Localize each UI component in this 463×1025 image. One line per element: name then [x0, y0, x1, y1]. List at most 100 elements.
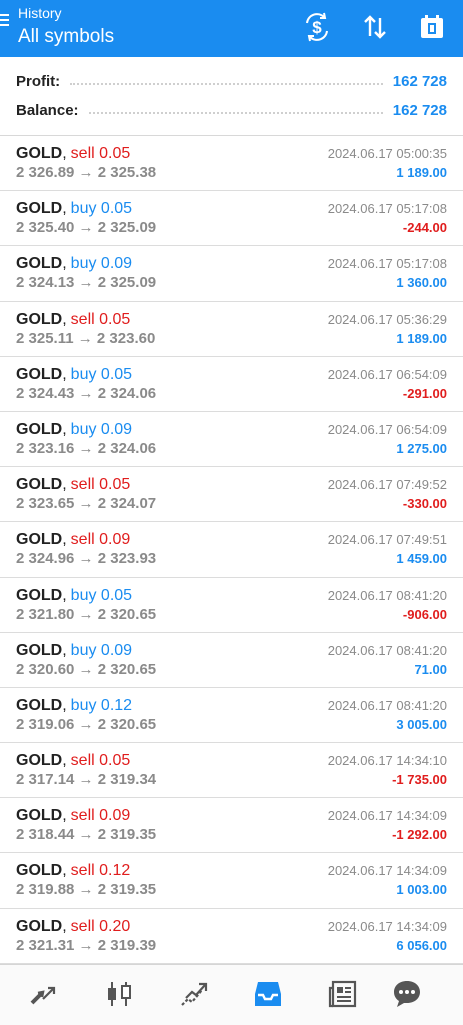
trade-icon — [181, 982, 208, 1006]
close-price: 2 325.09 — [97, 219, 157, 237]
trade-symbol: GOLD — [16, 696, 63, 714]
trade-header: GOLD, sell 0.12 — [16, 861, 130, 881]
trade-type: sell — [70, 145, 95, 162]
trade-time: 2024.06.17 14:34:09 — [327, 918, 447, 934]
balance-label: Balance: — [16, 101, 79, 119]
trade-prices: 2 321.80 → 2 320.65 — [16, 606, 156, 624]
trade-type: sell — [70, 476, 95, 494]
nav-messages[interactable] — [390, 977, 424, 1011]
nav-quotes[interactable] — [26, 977, 60, 1011]
separator: , — [62, 752, 67, 770]
arrow-right-icon: → — [74, 771, 98, 789]
trade-profit: -906.00 — [402, 606, 447, 622]
open-price: 2 318.44 — [16, 826, 75, 844]
nav-news[interactable] — [326, 977, 360, 1011]
trade-row[interactable]: GOLD, sell 0.05 2 317.14 → 2 319.34 2024.06… — [0, 743, 463, 799]
sort-button[interactable] — [358, 10, 392, 44]
trade-volume: 0.20 — [99, 917, 131, 935]
close-price: 2 324.06 — [97, 384, 157, 402]
trade-row[interactable]: GOLD, sell 0.05 2 326.89 → 2 325.38 2024.06… — [0, 136, 463, 192]
close-price: 2 324.06 — [97, 439, 157, 457]
open-price: 2 319.88 — [16, 881, 75, 899]
trade-row[interactable]: GOLD, buy 0.05 2 324.43 → 2 324.06 2024.06.… — [0, 357, 463, 412]
trade-header: GOLD, buy 0.09 — [16, 254, 132, 274]
trade-profit: 1 189.00 — [396, 165, 447, 180]
trade-profit: 3 005.00 — [396, 716, 447, 732]
trade-prices: 2 324.13 → 2 325.09 — [16, 274, 156, 292]
trade-prices: 2 318.44 → 2 319.35 — [16, 826, 156, 844]
trade-time: 2024.06.17 08:41:20 — [327, 697, 447, 713]
history-inbox-icon — [255, 982, 281, 1006]
open-price: 2 321.31 — [16, 936, 75, 954]
arrow-right-icon: → — [74, 660, 98, 678]
trade-profit: 71.00 — [414, 661, 447, 677]
trade-symbol: GOLD — [16, 531, 63, 549]
arrow-right-icon: → — [73, 329, 97, 347]
quotes-icon — [30, 986, 56, 1005]
trade-header: GOLD, buy 0.05 — [16, 586, 132, 606]
trade-prices: 2 323.65 → 2 324.07 — [16, 495, 156, 513]
trade-type: sell — [70, 310, 95, 328]
open-price: 2 326.89 — [16, 164, 75, 181]
open-price: 2 325.11 — [16, 329, 74, 347]
trade-row[interactable]: GOLD, sell 0.09 2 318.44 → 2 319.35 2024.06… — [0, 798, 463, 854]
trade-header: GOLD, sell 0.09 — [16, 530, 130, 550]
trade-row[interactable]: GOLD, sell 0.09 2 324.96 → 2 323.93 2024.06… — [0, 522, 463, 578]
svg-text:$: $ — [312, 18, 322, 37]
trade-row[interactable]: GOLD, buy 0.09 2 320.60 → 2 320.65 2024.06.… — [0, 633, 463, 688]
open-price: 2 317.14 — [16, 771, 75, 789]
close-price: 2 319.35 — [97, 881, 157, 899]
trade-row[interactable]: GOLD, sell 0.20 2 321.31 → 2 319.39 2024.06… — [0, 909, 463, 964]
trade-header: GOLD, sell 0.20 — [16, 917, 130, 937]
trade-volume: 0.09 — [100, 255, 133, 273]
trade-profit: 1 003.00 — [396, 882, 447, 898]
arrow-right-icon: → — [74, 715, 98, 733]
trade-type: sell — [70, 917, 95, 935]
trade-row[interactable]: GOLD, buy 0.09 2 323.16 → 2 324.06 2024.06.… — [0, 412, 463, 468]
profit-value: 162 728 — [392, 72, 447, 90]
header-title[interactable]: All symbols — [18, 26, 114, 48]
trade-time: 2024.06.17 14:34:09 — [327, 808, 447, 824]
separator: , — [62, 365, 67, 383]
trade-row[interactable]: GOLD, buy 0.05 2 321.80 → 2 320.65 2024.06.… — [0, 578, 463, 633]
trade-row[interactable]: GOLD, sell 0.05 2 325.11 → 2 323.60 2024.06… — [0, 302, 463, 357]
nav-trade[interactable] — [177, 977, 211, 1011]
trade-symbol: GOLD — [16, 752, 63, 770]
open-price: 2 323.65 — [16, 495, 75, 513]
trade-header: GOLD, buy 0.09 — [16, 420, 132, 440]
trade-type: buy — [70, 641, 97, 659]
separator: , — [62, 310, 67, 328]
trade-row[interactable]: GOLD, sell 0.05 2 323.65 → 2 324.07 2024.06… — [0, 467, 463, 523]
trade-volume: 0.05 — [100, 365, 133, 383]
close-price: 2 325.09 — [97, 274, 157, 292]
trade-header: GOLD, buy 0.12 — [16, 696, 132, 716]
symbol-filter-button[interactable]: $ — [300, 10, 334, 44]
arrow-right-icon: → — [74, 826, 98, 844]
close-price: 2 323.60 — [96, 329, 156, 347]
nav-history[interactable] — [251, 977, 285, 1011]
trade-prices: 2 324.96 → 2 323.93 — [16, 550, 156, 568]
separator: , — [62, 641, 67, 659]
trade-row[interactable]: GOLD, buy 0.09 2 324.13 → 2 325.09 2024.06.… — [0, 246, 463, 302]
trade-prices: 2 325.40 → 2 325.09 — [16, 219, 156, 237]
trade-time: 2024.06.17 05:17:08 — [327, 201, 447, 217]
trade-time: 2024.06.17 08:41:20 — [327, 642, 447, 658]
menu-icon[interactable] — [0, 14, 10, 30]
trade-type: buy — [70, 420, 97, 438]
separator: , — [62, 145, 67, 162]
trade-row[interactable]: GOLD, buy 0.05 2 325.40 → 2 325.09 2024.06.… — [0, 191, 463, 247]
trade-prices: 2 326.89 → 2 325.38 — [16, 164, 156, 182]
trade-row[interactable]: GOLD, sell 0.12 2 319.88 → 2 319.35 2024.06… — [0, 853, 463, 909]
trade-volume: 0.05 — [99, 752, 131, 770]
open-price: 2 319.06 — [16, 715, 75, 733]
trade-volume: 0.09 — [100, 420, 133, 438]
nav-chart[interactable] — [102, 977, 136, 1011]
trade-header: GOLD, sell 0.05 — [16, 475, 130, 495]
news-icon — [328, 980, 357, 1008]
dotted-leader — [88, 112, 383, 114]
trade-time: 2024.06.17 14:34:09 — [327, 863, 447, 879]
arrow-right-icon: → — [74, 219, 98, 237]
trade-row[interactable]: GOLD, buy 0.12 2 319.06 → 2 320.65 2024.06.… — [0, 688, 463, 744]
trade-time: 2024.06.17 07:49:51 — [327, 532, 447, 548]
calendar-button[interactable] — [415, 10, 449, 44]
